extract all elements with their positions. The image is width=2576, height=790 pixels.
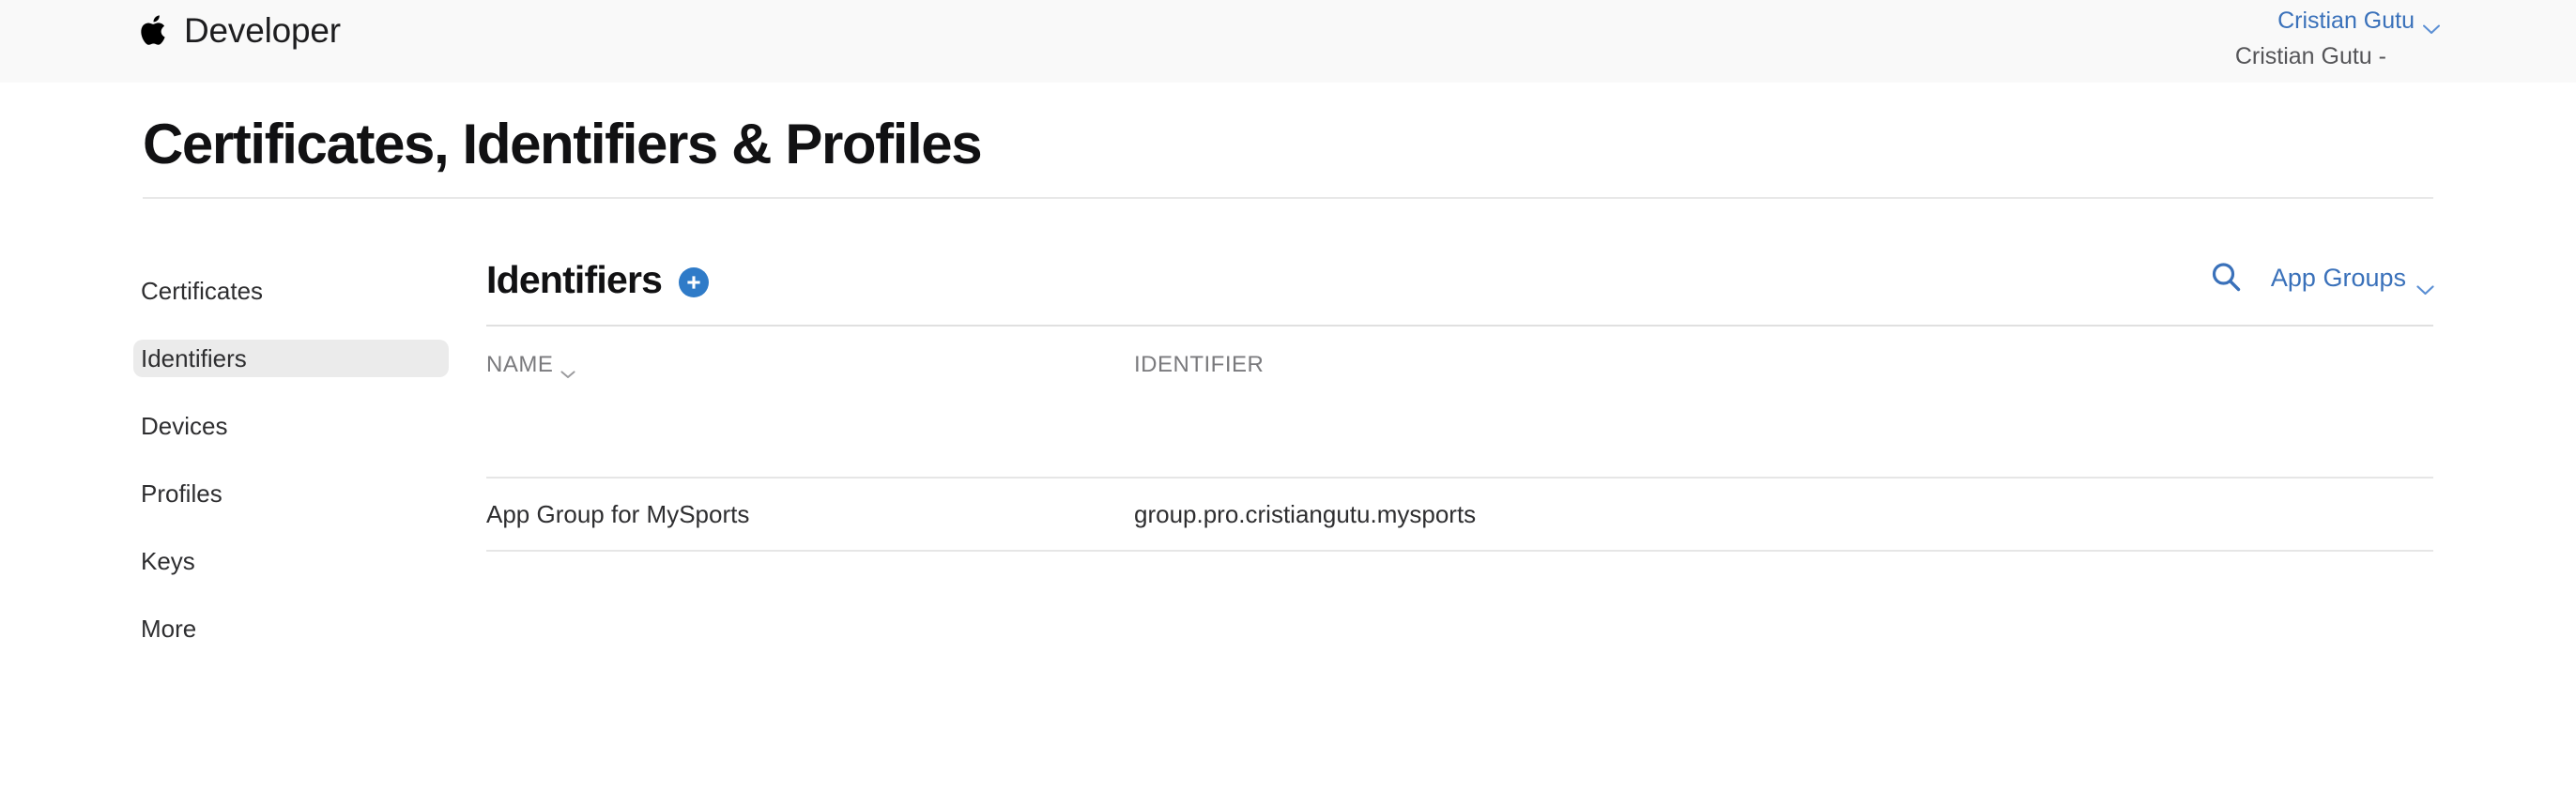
sidebar-item-certificates[interactable]: Certificates <box>133 272 449 310</box>
apple-logo-icon <box>139 11 171 51</box>
identifier-name-cell: App Group for MySports <box>486 500 750 528</box>
account-menu-button[interactable]: Cristian Gutu <box>2277 8 2440 34</box>
account-name-label: Cristian Gutu <box>2277 8 2415 34</box>
identifier-type-filter[interactable]: App Groups <box>2270 264 2434 295</box>
column-header-label: NAME <box>486 352 554 377</box>
developer-brand-label: Developer <box>184 11 341 50</box>
sidebar-item-label: Devices <box>141 412 228 440</box>
sidebar-item-label: More <box>141 615 197 643</box>
identifier-bundle-cell: group.pro.cristiangutu.mysports <box>1134 500 1477 528</box>
sidebar-item-keys[interactable]: Keys <box>133 542 449 580</box>
search-icon <box>2209 260 2243 296</box>
column-header-identifier: IDENTIFIER <box>1134 353 2433 477</box>
title-divider <box>143 197 2433 199</box>
sidebar-item-label: Profiles <box>141 479 222 508</box>
page-title: Certificates, Identifiers & Profiles <box>143 113 983 175</box>
panel-header: Identifiers App Groups <box>486 255 2434 325</box>
sidebar-item-label: Keys <box>141 547 195 575</box>
developer-logo[interactable]: Developer <box>139 11 341 51</box>
identifiers-panel: Identifiers App Groups NAME IDENTIFIER A… <box>486 255 2434 552</box>
team-name-label: Cristian Gutu - <box>2234 43 2386 69</box>
sidebar: Certificates Identifiers Devices Profile… <box>133 272 449 677</box>
sidebar-item-label: Certificates <box>141 277 264 305</box>
account-block: Cristian Gutu Cristian Gutu - <box>2046 0 2440 68</box>
panel-heading: Identifiers <box>486 258 663 301</box>
chevron-down-icon <box>2423 16 2440 34</box>
global-nav-bar: Developer Cristian Gutu Cristian Gutu - <box>0 0 2576 83</box>
sidebar-item-identifiers[interactable]: Identifiers <box>133 340 449 377</box>
sidebar-item-label: Identifiers <box>141 344 247 372</box>
panel-title-group: Identifiers <box>486 257 710 302</box>
plus-icon <box>684 273 703 292</box>
panel-tools: App Groups <box>2209 261 2434 295</box>
column-header-label: IDENTIFIER <box>1134 352 1265 377</box>
search-button[interactable] <box>2209 261 2243 295</box>
sidebar-item-more[interactable]: More <box>133 610 449 647</box>
table-row[interactable]: App Group for MySports group.pro.cristia… <box>486 479 2433 550</box>
chevron-down-icon <box>2416 273 2434 295</box>
add-identifier-button[interactable] <box>679 267 710 297</box>
table-row-divider <box>486 550 2433 552</box>
sidebar-item-devices[interactable]: Devices <box>133 407 449 445</box>
chevron-down-icon <box>560 360 577 378</box>
column-header-name[interactable]: NAME <box>486 353 1134 477</box>
sidebar-item-profiles[interactable]: Profiles <box>133 475 449 512</box>
filter-selected-label: App Groups <box>2270 264 2406 292</box>
table-header-row: NAME IDENTIFIER <box>486 327 2433 477</box>
identifiers-table: NAME IDENTIFIER App Group for MySports g… <box>486 325 2433 552</box>
